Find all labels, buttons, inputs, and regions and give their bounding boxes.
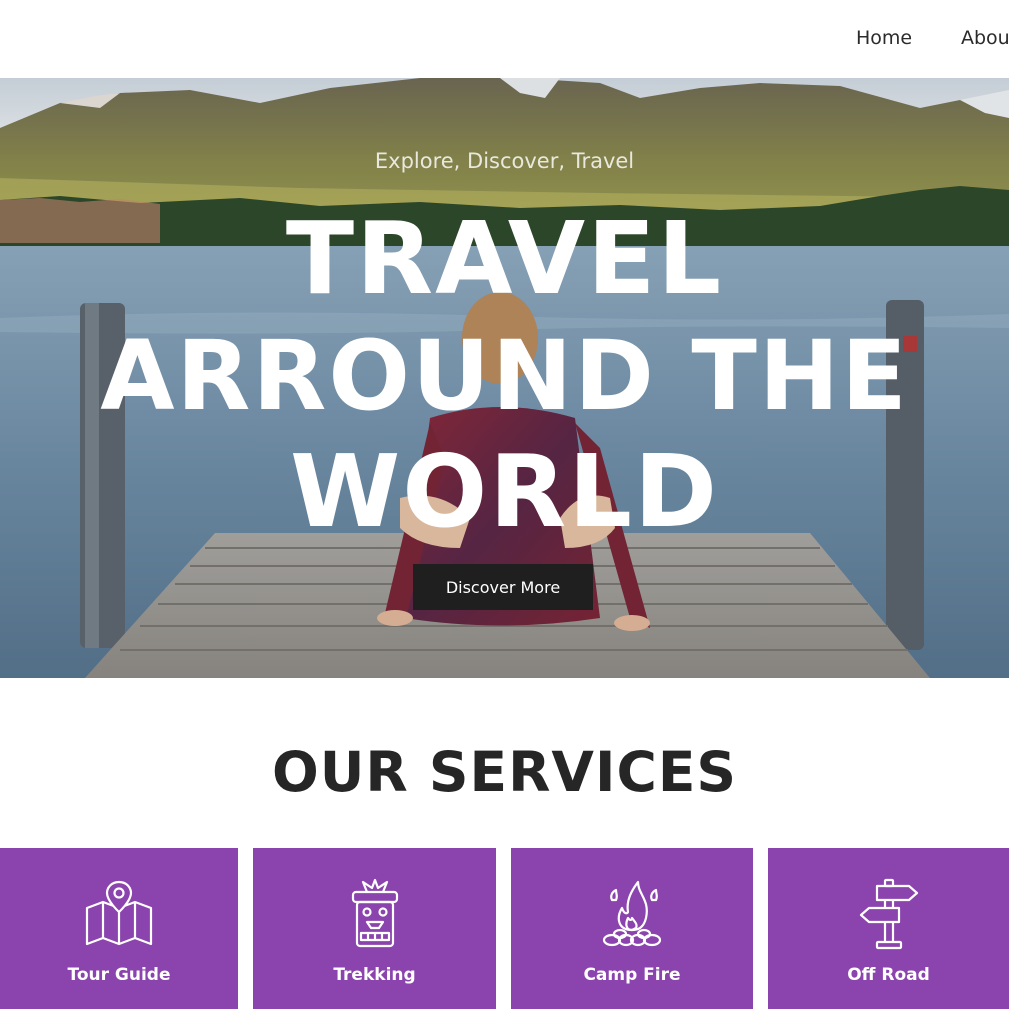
service-card-tour-guide[interactable]: Tour Guide <box>0 848 238 1009</box>
signpost-icon <box>859 878 918 950</box>
service-card-camp-fire[interactable]: Camp Fire <box>511 848 753 1009</box>
hero-title-line: WORLD <box>289 433 720 550</box>
discover-more-button[interactable]: Discover More <box>413 564 593 610</box>
service-card-trekking[interactable]: Trekking <box>253 848 496 1009</box>
hero-title-line: ARROUND THE <box>100 320 909 432</box>
totem-icon <box>351 878 398 948</box>
service-card-off-road[interactable]: Off Road <box>768 848 1009 1009</box>
top-navbar: Home Abou <box>0 0 1009 78</box>
campfire-icon <box>602 880 662 947</box>
service-label: Off Road <box>847 965 930 985</box>
service-label: Tour Guide <box>67 965 171 985</box>
nav-link-home[interactable]: Home <box>856 27 912 49</box>
services-section-title: OUR SERVICES <box>271 740 738 804</box>
service-label: Trekking <box>333 965 416 985</box>
hero-banner: Explore, Discover, Travel TRAVEL ARROUND… <box>0 78 1009 678</box>
nav-link-about[interactable]: Abou <box>961 27 1009 49</box>
map-pin-icon <box>85 880 153 946</box>
service-label: Camp Fire <box>583 965 681 985</box>
hero-tagline: Explore, Discover, Travel <box>374 149 635 173</box>
hero-title-line: TRAVEL <box>285 200 724 317</box>
